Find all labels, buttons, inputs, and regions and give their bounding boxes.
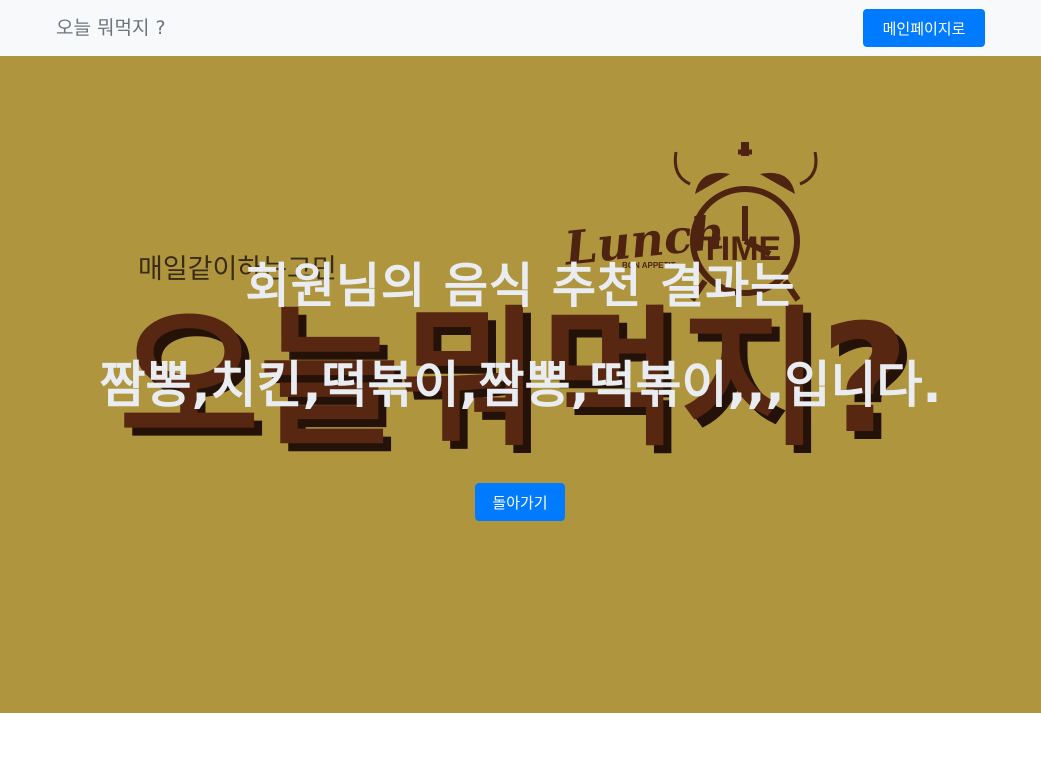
back-button[interactable]: 돌아가기 bbox=[475, 483, 565, 521]
result-heading: 회원님의 음식 추천 결과는 bbox=[245, 258, 796, 314]
result-foods: 짬뽕,치킨,떡볶이,짬뽕,떡볶이,,,입니다. bbox=[99, 356, 942, 414]
hero-section: 매일같이하는고민 Lunch TIME BON APPETIT 오늘뭐먹지? 오… bbox=[0, 56, 1041, 713]
navbar: 오늘 뭐먹지 ? 메인페이지로 bbox=[0, 0, 1041, 56]
brand-link[interactable]: 오늘 뭐먹지 ? bbox=[56, 16, 166, 40]
main-page-button[interactable]: 메인페이지로 bbox=[863, 9, 985, 47]
